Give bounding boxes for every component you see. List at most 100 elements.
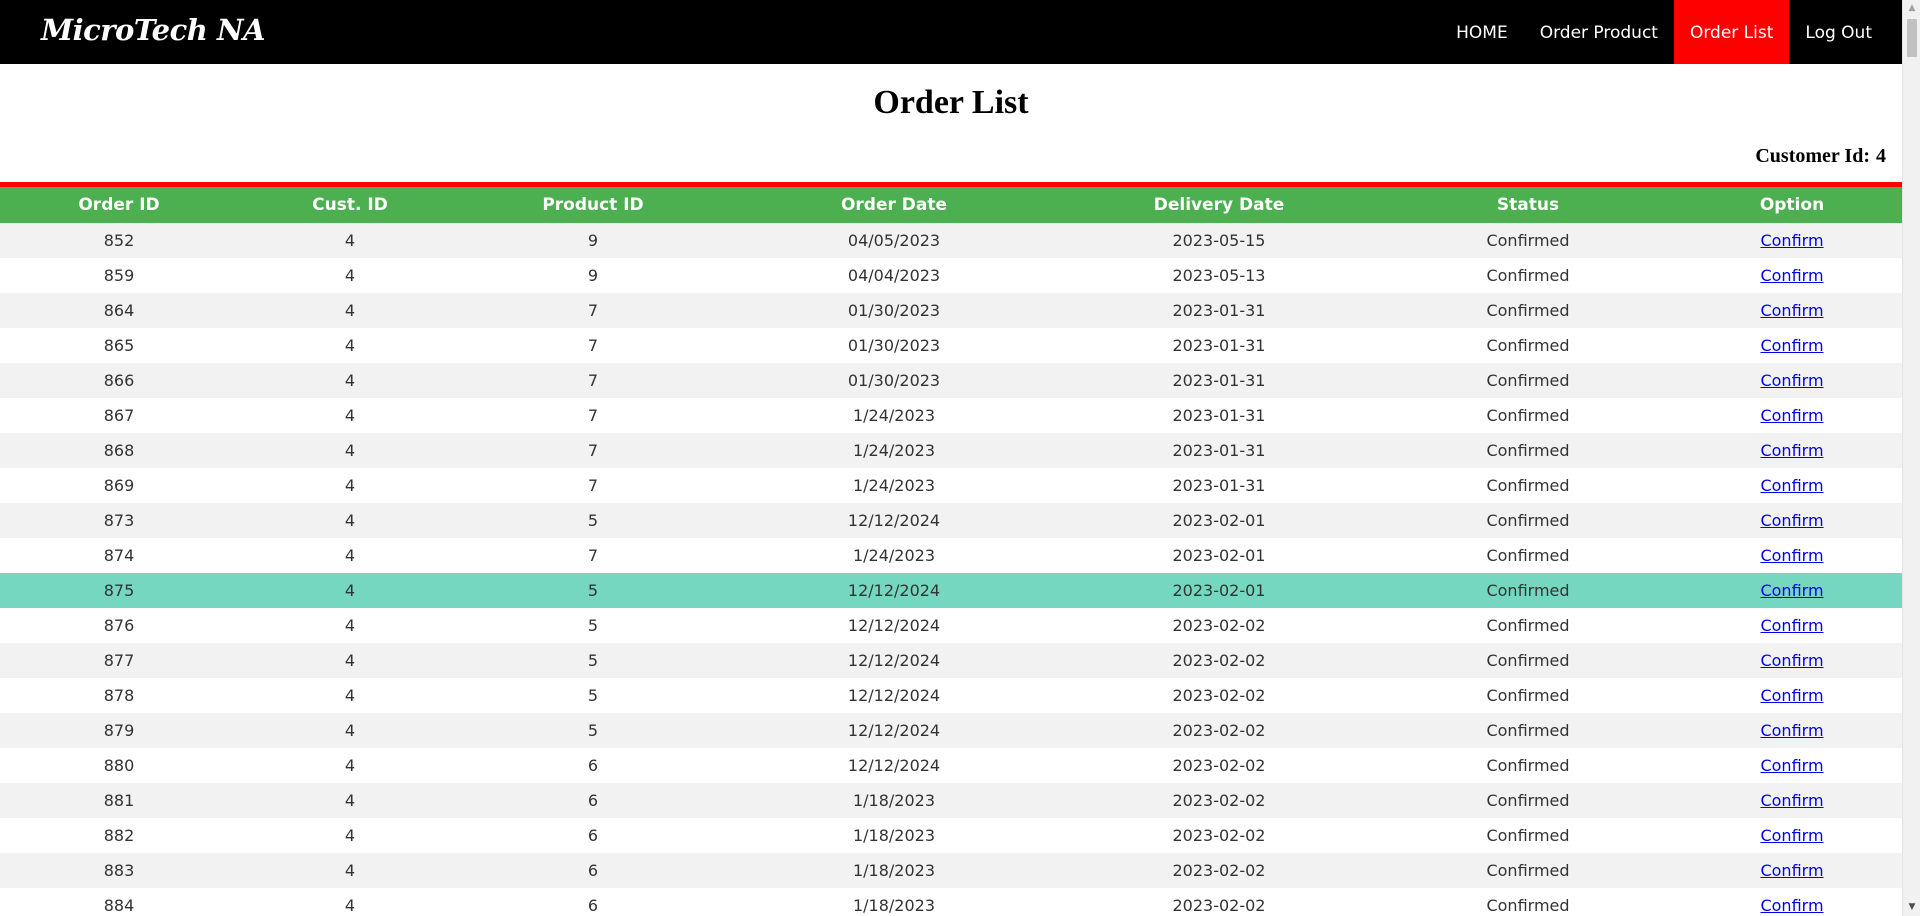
table-row[interactable]: 878 4 5 12/12/2024 2023-02-02 Confirmed Confir… [0,678,1902,713]
order-id-cell: 883 [0,853,238,888]
nav-log-out[interactable]: Log Out [1789,0,1902,64]
order-id-cell: 859 [0,258,238,293]
confirm-link[interactable]: Confirm [1760,511,1823,530]
column-header-product-id: Product ID [462,187,724,223]
table-row[interactable]: 876 4 5 12/12/2024 2023-02-02 Confirmed Confir… [0,608,1902,643]
status-cell: Confirmed [1374,258,1682,293]
confirm-link[interactable]: Confirm [1760,791,1823,810]
status-cell: Confirmed [1374,853,1682,888]
order-date-cell: 12/12/2024 [724,643,1064,678]
confirm-link[interactable]: Confirm [1760,686,1823,705]
table-row[interactable]: 867 4 7 1/24/2023 2023-01-31 Confirmed Confirm [0,398,1902,433]
order-id-cell: 873 [0,503,238,538]
confirm-link[interactable]: Confirm [1760,301,1823,320]
option-cell: Confirm [1682,223,1902,258]
cust-id-cell: 4 [238,853,462,888]
confirm-link[interactable]: Confirm [1760,336,1823,355]
table-row[interactable]: 881 4 6 1/18/2023 2023-02-02 Confirmed Confirm [0,783,1902,818]
table-row[interactable]: 852 4 9 04/05/2023 2023-05-15 Confirmed Confir… [0,223,1902,258]
confirm-link[interactable]: Confirm [1760,756,1823,775]
customer-id-display: Customer Id: 4 [1755,143,1886,169]
confirm-link[interactable]: Confirm [1760,476,1823,495]
order-date-cell: 1/18/2023 [724,853,1064,888]
table-row[interactable]: 866 4 7 01/30/2023 2023-01-31 Confirmed Confir… [0,363,1902,398]
order-id-cell: 852 [0,223,238,258]
order-id-cell: 865 [0,328,238,363]
status-cell: Confirmed [1374,223,1682,258]
status-cell: Confirmed [1374,503,1682,538]
order-date-cell: 12/12/2024 [724,748,1064,783]
option-cell: Confirm [1682,678,1902,713]
confirm-link[interactable]: Confirm [1760,651,1823,670]
cust-id-cell: 4 [238,678,462,713]
order-id-cell: 877 [0,643,238,678]
scroll-down-arrow-icon[interactable]: ▼ [1903,899,1920,916]
product-id-cell: 6 [462,818,724,853]
status-cell: Confirmed [1374,643,1682,678]
table-row[interactable]: 883 4 6 1/18/2023 2023-02-02 Confirmed Confirm [0,853,1902,888]
nav-order-product[interactable]: Order Product [1524,0,1674,64]
column-header-cust-id: Cust. ID [238,187,462,223]
order-date-cell: 01/30/2023 [724,363,1064,398]
cust-id-cell: 4 [238,643,462,678]
confirm-link[interactable]: Confirm [1760,721,1823,740]
confirm-link[interactable]: Confirm [1760,231,1823,250]
order-date-cell: 01/30/2023 [724,328,1064,363]
confirm-link[interactable]: Confirm [1760,581,1823,600]
option-cell: Confirm [1682,608,1902,643]
table-row[interactable]: 877 4 5 12/12/2024 2023-02-02 Confirmed Confir… [0,643,1902,678]
table-row[interactable]: 882 4 6 1/18/2023 2023-02-02 Confirmed Confirm [0,818,1902,853]
table-row[interactable]: 879 4 5 12/12/2024 2023-02-02 Confirmed Confir… [0,713,1902,748]
order-date-cell: 1/24/2023 [724,398,1064,433]
confirm-link[interactable]: Confirm [1760,406,1823,425]
product-id-cell: 6 [462,748,724,783]
confirm-link[interactable]: Confirm [1760,266,1823,285]
cust-id-cell: 4 [238,328,462,363]
table-row[interactable]: 868 4 7 1/24/2023 2023-01-31 Confirmed Confirm [0,433,1902,468]
delivery-date-cell: 2023-02-01 [1064,503,1374,538]
table-row[interactable]: 869 4 7 1/24/2023 2023-01-31 Confirmed Confirm [0,468,1902,503]
status-cell: Confirmed [1374,678,1682,713]
confirm-link[interactable]: Confirm [1760,896,1823,915]
nav-home[interactable]: HOME [1440,0,1524,64]
cust-id-cell: 4 [238,818,462,853]
table-row[interactable]: 874 4 7 1/24/2023 2023-02-01 Confirmed Confirm [0,538,1902,573]
confirm-link[interactable]: Confirm [1760,546,1823,565]
table-row[interactable]: 875 4 5 12/12/2024 2023-02-01 Confirmed Confir… [0,573,1902,608]
product-id-cell: 6 [462,783,724,818]
cust-id-cell: 4 [238,468,462,503]
table-row[interactable]: 865 4 7 01/30/2023 2023-01-31 Confirmed Confir… [0,328,1902,363]
product-id-cell: 7 [462,328,724,363]
brand-logo[interactable]: MicroTech NA [41,8,265,52]
table-row[interactable]: 864 4 7 01/30/2023 2023-01-31 Confirmed Confir… [0,293,1902,328]
table-row[interactable]: 859 4 9 04/04/2023 2023-05-13 Confirmed Confir… [0,258,1902,293]
status-cell: Confirmed [1374,713,1682,748]
nav-order-list[interactable]: Order List [1673,0,1790,64]
table-row[interactable]: 880 4 6 12/12/2024 2023-02-02 Confirmed Confir… [0,748,1902,783]
table-row[interactable]: 873 4 5 12/12/2024 2023-02-01 Confirmed Confir… [0,503,1902,538]
option-cell: Confirm [1682,398,1902,433]
confirm-link[interactable]: Confirm [1760,616,1823,635]
confirm-link[interactable]: Confirm [1760,371,1823,390]
product-id-cell: 5 [462,503,724,538]
order-id-cell: 878 [0,678,238,713]
scrollbar-thumb[interactable] [1907,19,1917,57]
order-date-cell: 1/18/2023 [724,888,1064,916]
status-cell: Confirmed [1374,783,1682,818]
cust-id-cell: 4 [238,223,462,258]
main-nav: HOME Order Product Order List Log Out [1440,0,1902,64]
product-id-cell: 7 [462,398,724,433]
page-scrollbar[interactable]: ▲ ▼ [1902,0,1920,916]
order-date-cell: 1/18/2023 [724,818,1064,853]
status-cell: Confirmed [1374,748,1682,783]
delivery-date-cell: 2023-01-31 [1064,293,1374,328]
scroll-up-arrow-icon[interactable]: ▲ [1903,0,1920,17]
table-row[interactable]: 884 4 6 1/18/2023 2023-02-02 Confirmed Confirm [0,888,1902,916]
confirm-link[interactable]: Confirm [1760,861,1823,880]
confirm-link[interactable]: Confirm [1760,826,1823,845]
confirm-link[interactable]: Confirm [1760,441,1823,460]
product-id-cell: 5 [462,573,724,608]
cust-id-cell: 4 [238,433,462,468]
order-id-cell: 869 [0,468,238,503]
order-table: Order ID Cust. ID Product ID Order Date … [0,187,1902,916]
